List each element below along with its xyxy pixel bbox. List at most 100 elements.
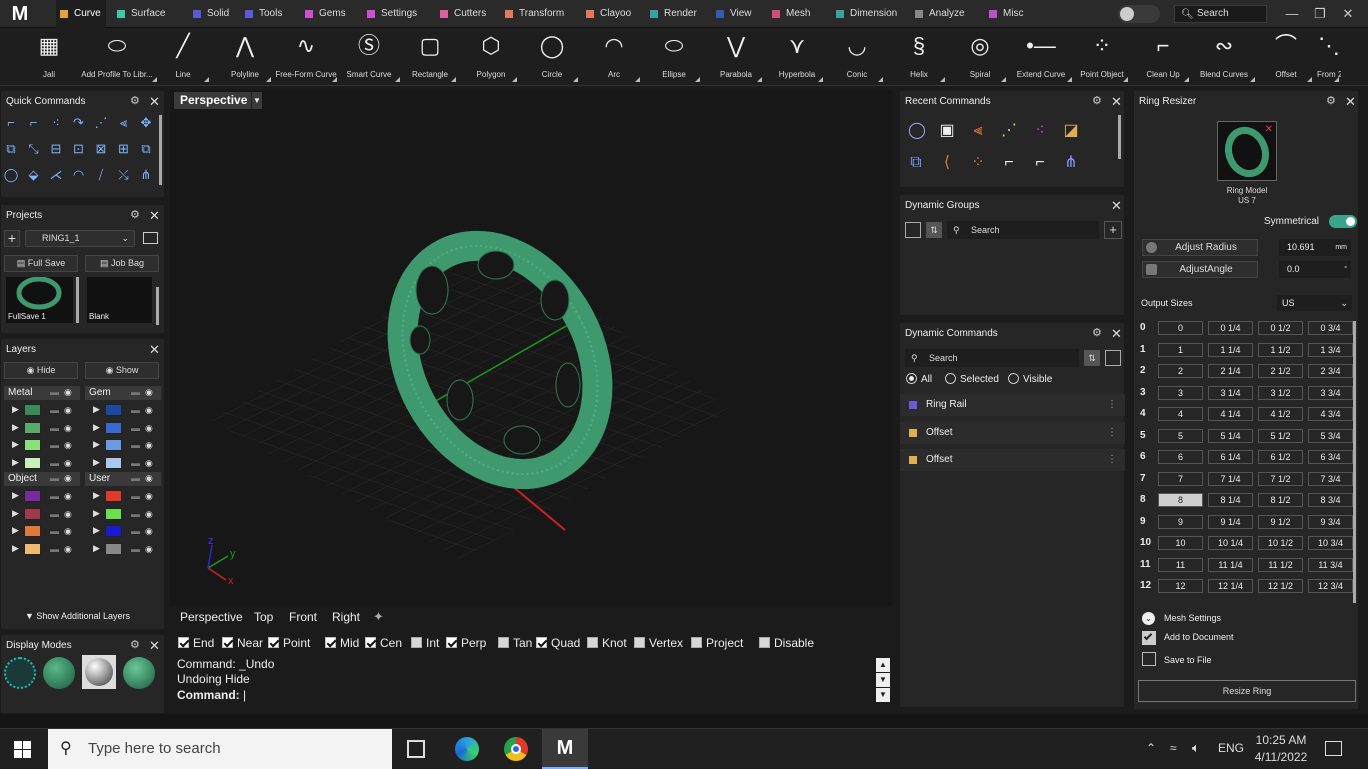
snap-project-checkbox[interactable]: Project <box>691 636 743 650</box>
commands-search-input[interactable]: ⚲ Search <box>905 349 1079 367</box>
ribbon-add-profile-button[interactable]: ⬭ Add Profile To Libr... <box>75 30 159 84</box>
expand-arrow-icon[interactable]: ▶ <box>12 525 19 536</box>
quick-command-icon[interactable]: ⊞ <box>116 141 132 157</box>
size-option-button[interactable]: 8 <box>1158 493 1203 507</box>
eye-icon[interactable]: ◉ <box>64 526 72 537</box>
ring-model-thumbnail[interactable]: ✕ <box>1217 121 1277 181</box>
quick-command-icon[interactable]: ⧉ <box>3 141 19 157</box>
eye-icon[interactable]: ◉ <box>145 491 153 502</box>
filter-all-radio[interactable]: All <box>906 373 932 385</box>
size-option-button[interactable]: 10 3/4 <box>1308 536 1353 550</box>
viewport-title[interactable]: Perspective <box>174 92 254 109</box>
layer-group-header[interactable]: Object ▬ ◉ <box>4 472 80 486</box>
snap-cen-checkbox[interactable]: Cen <box>365 636 402 650</box>
size-option-button[interactable]: 12 <box>1158 579 1203 593</box>
lock-icon[interactable]: ▬ <box>50 544 59 554</box>
filter-selected-radio[interactable]: Selected <box>945 373 999 385</box>
project-thumb-fullsave[interactable]: FullSave 1 <box>6 276 73 323</box>
layer-color-swatch[interactable] <box>24 456 41 469</box>
eye-icon[interactable]: ◉ <box>145 405 153 416</box>
expand-arrow-icon[interactable]: ▶ <box>93 508 100 519</box>
lock-icon[interactable]: ▬ <box>131 491 140 501</box>
quick-command-icon[interactable]: ⋌ <box>48 167 64 183</box>
menu-tab-transform[interactable]: Transform <box>505 0 577 28</box>
add-group-button[interactable]: + <box>1104 221 1122 239</box>
add-view-icon[interactable]: ✦ <box>373 609 384 625</box>
size-option-button[interactable]: 4 <box>1158 407 1203 421</box>
quick-command-icon[interactable]: ⊠ <box>93 141 109 157</box>
quick-command-icon[interactable]: ⤯ <box>116 167 132 183</box>
layer-row[interactable]: ▶ ▬ ◉ <box>85 541 163 558</box>
quick-command-icon[interactable]: ⫷ <box>116 115 132 131</box>
expand-button[interactable]: ▼ <box>876 688 890 702</box>
snap-near-checkbox[interactable]: Near <box>222 636 263 650</box>
eye-icon[interactable]: ◉ <box>145 473 153 484</box>
size-option-button[interactable]: 6 <box>1158 450 1203 464</box>
size-option-button[interactable]: 0 1/4 <box>1208 321 1253 335</box>
menu-tab-misc[interactable]: Misc <box>989 0 1029 28</box>
size-option-button[interactable]: 1 <box>1158 342 1203 357</box>
list-view-icon[interactable] <box>1105 350 1121 366</box>
expand-arrow-icon[interactable]: ▶ <box>12 404 19 415</box>
expand-arrow-icon[interactable]: ▶ <box>12 422 19 433</box>
snap-int-checkbox[interactable]: Int <box>411 636 439 650</box>
eye-icon[interactable]: ◉ <box>145 509 153 520</box>
viewport-menu-button[interactable]: ▼ <box>251 92 262 109</box>
size-option-button[interactable]: 5 1/4 <box>1208 428 1253 443</box>
scrollbar[interactable] <box>159 115 162 185</box>
eye-icon[interactable]: ◉ <box>64 387 72 398</box>
size-option-button[interactable]: 8 1/4 <box>1208 493 1253 507</box>
snap-point-checkbox[interactable]: Point <box>268 636 310 650</box>
layer-row[interactable]: ▶ ▬ ◉ <box>4 455 82 472</box>
lock-icon[interactable]: ▬ <box>131 544 140 554</box>
close-button[interactable]: ✕ <box>1338 4 1358 24</box>
quick-command-icon[interactable]: ⋰ <box>93 115 109 131</box>
perspective-viewport[interactable]: x y z Perspective ▼ <box>170 90 892 606</box>
size-option-button[interactable]: 6 1/4 <box>1208 450 1253 464</box>
full-save-button[interactable]: ▤ Full Save <box>4 255 78 272</box>
layer-group-header[interactable]: Metal ▬ ◉ <box>4 386 80 400</box>
windows-start-icon[interactable] <box>14 741 31 758</box>
expand-arrow-icon[interactable]: ▶ <box>12 543 19 554</box>
angle-input[interactable]: 0.0 ° <box>1279 261 1351 278</box>
layer-color-swatch[interactable] <box>105 456 122 469</box>
gear-icon[interactable]: ⚙ <box>130 94 140 107</box>
layer-row[interactable]: ▶ ▬ ◉ <box>85 523 163 540</box>
scrollbar[interactable] <box>1353 321 1356 603</box>
show-layers-button[interactable]: ◉ Show <box>85 362 159 379</box>
radius-input[interactable]: 10.691 mm <box>1279 239 1351 256</box>
close-icon[interactable]: ✕ <box>1345 94 1356 110</box>
expand-arrow-icon[interactable]: ▶ <box>93 457 100 468</box>
expand-arrow-icon[interactable]: ▶ <box>93 422 100 433</box>
size-option-button[interactable]: 5 3/4 <box>1308 428 1353 443</box>
close-icon[interactable]: ✕ <box>149 94 160 110</box>
size-option-button[interactable]: 0 <box>1158 321 1203 335</box>
layer-color-swatch[interactable] <box>24 525 41 537</box>
edge-icon[interactable] <box>455 737 479 761</box>
size-option-button[interactable]: 3 1/4 <box>1208 385 1253 400</box>
ribbon-clean-up-button[interactable]: ⌐ Clean Up <box>1135 30 1191 84</box>
expand-arrow-icon[interactable]: ▶ <box>12 508 19 519</box>
close-icon[interactable]: ✕ <box>149 638 160 654</box>
folder-icon[interactable] <box>143 232 158 244</box>
eye-icon[interactable]: ◉ <box>145 544 153 555</box>
project-select[interactable]: RING1_1 ⌄ <box>25 230 135 247</box>
eye-icon[interactable]: ◉ <box>64 491 72 502</box>
lock-icon[interactable]: ▬ <box>131 473 140 483</box>
add-to-document-checkbox[interactable] <box>1142 631 1156 645</box>
ribbon-blend-curves-button[interactable]: ∾ Blend Curves <box>1191 30 1257 84</box>
menu-tab-settings[interactable]: Settings <box>367 0 427 28</box>
quick-command-icon[interactable]: ⬙ <box>26 167 42 183</box>
recent-command-icon[interactable]: ⋰ <box>1001 123 1017 139</box>
eye-icon[interactable]: ◉ <box>64 544 72 555</box>
more-options-icon[interactable]: ⋮ <box>1107 422 1117 444</box>
size-option-button[interactable]: 1 3/4 <box>1308 342 1353 357</box>
size-option-button[interactable]: 10 <box>1158 536 1203 550</box>
menu-tab-cutters[interactable]: Cutters <box>440 0 496 28</box>
eye-icon[interactable]: ◉ <box>64 458 72 469</box>
close-icon[interactable]: ✕ <box>149 208 160 224</box>
sort-icon[interactable]: ⇅ <box>1084 350 1100 366</box>
recent-command-icon[interactable]: ⫷ <box>970 123 986 139</box>
project-thumb-blank[interactable]: Blank <box>87 277 152 323</box>
recent-command-icon[interactable]: ⁘ <box>970 155 986 171</box>
